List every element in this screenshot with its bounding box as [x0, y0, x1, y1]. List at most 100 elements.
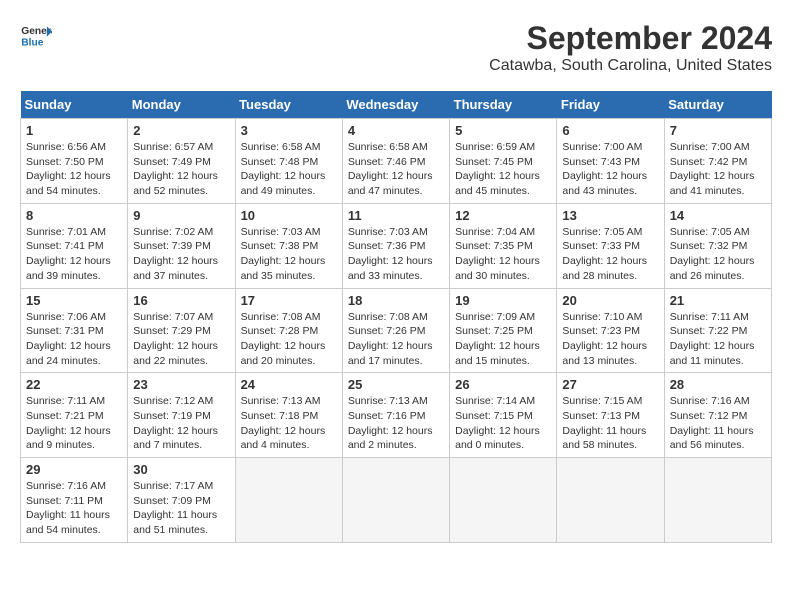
day-number: 30: [133, 462, 229, 477]
table-row: [557, 458, 664, 543]
day-info: Sunrise: 7:01 AMSunset: 7:41 PMDaylight:…: [26, 225, 122, 284]
table-row: 18Sunrise: 7:08 AMSunset: 7:26 PMDayligh…: [342, 288, 449, 373]
table-row: 15 Sunrise: 7:06 AMSunset: 7:31 PMDayligh…: [21, 288, 128, 373]
day-info: Sunrise: 7:15 AMSunset: 7:13 PMDaylight:…: [562, 394, 658, 453]
day-number: 19: [455, 293, 551, 308]
table-row: 22 Sunrise: 7:11 AMSunset: 7:21 PMDayligh…: [21, 373, 128, 458]
header-thursday: Thursday: [450, 91, 557, 119]
table-row: 30 Sunrise: 7:17 AMSunset: 7:09 PMDayligh…: [128, 458, 235, 543]
day-number: 7: [670, 123, 766, 138]
day-info: Sunrise: 7:05 AMSunset: 7:32 PMDaylight:…: [670, 225, 766, 284]
table-row: 7Sunrise: 7:00 AMSunset: 7:42 PMDaylight…: [664, 119, 771, 204]
day-number: 1: [26, 123, 122, 138]
table-row: 19 Sunrise: 7:09 AMSunset: 7:25 PMDayligh…: [450, 288, 557, 373]
day-number: 25: [348, 377, 444, 392]
day-info: Sunrise: 7:11 AMSunset: 7:21 PMDaylight:…: [26, 394, 122, 453]
day-number: 22: [26, 377, 122, 392]
header-monday: Monday: [128, 91, 235, 119]
table-row: 28 Sunrise: 7:16 AMSunset: 7:12 PMDayligh…: [664, 373, 771, 458]
title-section: September 2024 Catawba, South Carolina, …: [489, 20, 772, 75]
day-number: 13: [562, 208, 658, 223]
day-number: 28: [670, 377, 766, 392]
header-saturday: Saturday: [664, 91, 771, 119]
day-info: Sunrise: 7:00 AMSunset: 7:43 PMDaylight:…: [562, 140, 658, 199]
day-info: Sunrise: 7:12 AMSunset: 7:19 PMDaylight:…: [133, 394, 229, 453]
day-info: Sunrise: 7:04 AMSunset: 7:35 PMDaylight:…: [455, 225, 551, 284]
table-row: 20 Sunrise: 7:10 AMSunset: 7:23 PMDayligh…: [557, 288, 664, 373]
table-row: 13 Sunrise: 7:05 AMSunset: 7:33 PMDayligh…: [557, 203, 664, 288]
calendar-title: September 2024: [489, 20, 772, 57]
table-row: 5 Sunrise: 6:59 AMSunset: 7:45 PMDaylight…: [450, 119, 557, 204]
table-row: 1 Sunrise: 6:56 AMSunset: 7:50 PMDaylight…: [21, 119, 128, 204]
table-row: 6 Sunrise: 7:00 AMSunset: 7:43 PMDaylight…: [557, 119, 664, 204]
day-number: 24: [241, 377, 337, 392]
day-number: 12: [455, 208, 551, 223]
day-number: 21: [670, 293, 766, 308]
day-number: 20: [562, 293, 658, 308]
header-sunday: Sunday: [21, 91, 128, 119]
day-number: 5: [455, 123, 551, 138]
day-number: 8: [26, 208, 122, 223]
day-info: Sunrise: 6:59 AMSunset: 7:45 PMDaylight:…: [455, 140, 551, 199]
day-number: 3: [241, 123, 337, 138]
day-info: Sunrise: 7:05 AMSunset: 7:33 PMDaylight:…: [562, 225, 658, 284]
day-info: Sunrise: 7:14 AMSunset: 7:15 PMDaylight:…: [455, 394, 551, 453]
table-row: 14 Sunrise: 7:05 AMSunset: 7:32 PMDayligh…: [664, 203, 771, 288]
day-number: 26: [455, 377, 551, 392]
day-info: Sunrise: 7:10 AMSunset: 7:23 PMDaylight:…: [562, 310, 658, 369]
day-number: 6: [562, 123, 658, 138]
table-row: 26 Sunrise: 7:14 AMSunset: 7:15 PMDayligh…: [450, 373, 557, 458]
table-row: 29 Sunrise: 7:16 AMSunset: 7:11 PMDayligh…: [21, 458, 128, 543]
table-row: [664, 458, 771, 543]
day-info: Sunrise: 7:09 AMSunset: 7:25 PMDaylight:…: [455, 310, 551, 369]
day-number: 10: [241, 208, 337, 223]
day-number: 23: [133, 377, 229, 392]
logo: General Blue: [20, 20, 52, 52]
day-info: Sunrise: 7:13 AMSunset: 7:16 PMDaylight:…: [348, 394, 444, 453]
table-row: 16Sunrise: 7:07 AMSunset: 7:29 PMDayligh…: [128, 288, 235, 373]
day-info: Sunrise: 7:16 AMSunset: 7:11 PMDaylight:…: [26, 479, 122, 538]
header-friday: Friday: [557, 91, 664, 119]
page-header: General Blue September 2024 Catawba, Sou…: [20, 20, 772, 75]
day-number: 2: [133, 123, 229, 138]
table-row: 24 Sunrise: 7:13 AMSunset: 7:18 PMDayligh…: [235, 373, 342, 458]
header-tuesday: Tuesday: [235, 91, 342, 119]
day-info: Sunrise: 7:03 AMSunset: 7:36 PMDaylight:…: [348, 225, 444, 284]
table-row: 10 Sunrise: 7:03 AMSunset: 7:38 PMDayligh…: [235, 203, 342, 288]
days-header-row: Sunday Monday Tuesday Wednesday Thursday…: [21, 91, 772, 119]
day-number: 27: [562, 377, 658, 392]
day-number: 15: [26, 293, 122, 308]
table-row: 23 Sunrise: 7:12 AMSunset: 7:19 PMDayligh…: [128, 373, 235, 458]
table-row: 4 Sunrise: 6:58 AMSunset: 7:46 PMDaylight…: [342, 119, 449, 204]
table-row: [235, 458, 342, 543]
day-info: Sunrise: 7:11 AMSunset: 7:22 PMDaylight:…: [670, 310, 766, 369]
table-row: 8 Sunrise: 7:01 AMSunset: 7:41 PMDaylight…: [21, 203, 128, 288]
day-info: Sunrise: 6:58 AMSunset: 7:48 PMDaylight:…: [241, 140, 337, 199]
day-info: Sunrise: 7:08 AMSunset: 7:26 PMDaylight:…: [348, 310, 444, 369]
day-info: Sunrise: 7:13 AMSunset: 7:18 PMDaylight:…: [241, 394, 337, 453]
logo-icon: General Blue: [20, 20, 52, 52]
table-row: 17 Sunrise: 7:08 AMSunset: 7:28 PMDayligh…: [235, 288, 342, 373]
day-number: 17: [241, 293, 337, 308]
table-row: 12 Sunrise: 7:04 AMSunset: 7:35 PMDayligh…: [450, 203, 557, 288]
table-row: [342, 458, 449, 543]
day-info: Sunrise: 6:56 AMSunset: 7:50 PMDaylight:…: [26, 140, 122, 199]
day-info: Sunrise: 7:17 AMSunset: 7:09 PMDaylight:…: [133, 479, 229, 538]
day-info: Sunrise: 7:16 AMSunset: 7:12 PMDaylight:…: [670, 394, 766, 453]
table-row: 9 Sunrise: 7:02 AMSunset: 7:39 PMDaylight…: [128, 203, 235, 288]
day-number: 29: [26, 462, 122, 477]
day-number: 9: [133, 208, 229, 223]
day-info: Sunrise: 7:02 AMSunset: 7:39 PMDaylight:…: [133, 225, 229, 284]
day-info: Sunrise: 6:58 AMSunset: 7:46 PMDaylight:…: [348, 140, 444, 199]
table-row: 21 Sunrise: 7:11 AMSunset: 7:22 PMDayligh…: [664, 288, 771, 373]
day-number: 4: [348, 123, 444, 138]
day-info: Sunrise: 7:08 AMSunset: 7:28 PMDaylight:…: [241, 310, 337, 369]
table-row: 27 Sunrise: 7:15 AMSunset: 7:13 PMDayligh…: [557, 373, 664, 458]
calendar-table: Sunday Monday Tuesday Wednesday Thursday…: [20, 91, 772, 543]
day-number: 14: [670, 208, 766, 223]
day-info: Sunrise: 6:57 AMSunset: 7:49 PMDaylight:…: [133, 140, 229, 199]
day-info: Sunrise: 7:03 AMSunset: 7:38 PMDaylight:…: [241, 225, 337, 284]
table-row: 11Sunrise: 7:03 AMSunset: 7:36 PMDayligh…: [342, 203, 449, 288]
day-info: Sunrise: 7:06 AMSunset: 7:31 PMDaylight:…: [26, 310, 122, 369]
calendar-subtitle: Catawba, South Carolina, United States: [489, 57, 772, 75]
